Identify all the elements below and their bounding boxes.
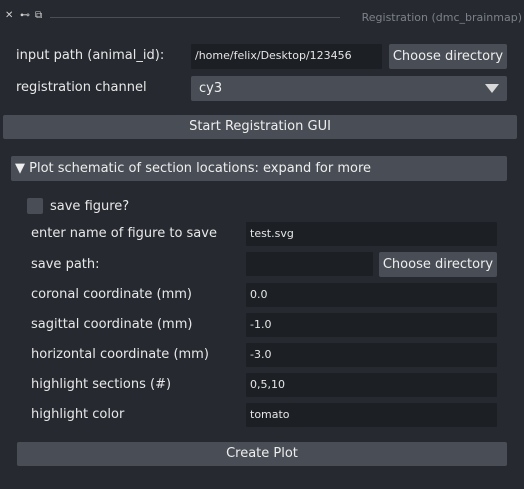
registration-channel-label: registration channel: [16, 80, 147, 95]
popout-icon[interactable]: ⧉: [35, 10, 42, 22]
save-path-label: save path:: [31, 257, 100, 272]
coronal-coordinate-input[interactable]: 0.0: [246, 283, 497, 307]
horizontal-coordinate-input[interactable]: -3.0: [246, 343, 497, 367]
close-icon[interactable]: ✕: [5, 10, 13, 22]
save-path-choose-directory-button[interactable]: Choose directory: [379, 252, 497, 277]
chevron-down-icon: [485, 84, 499, 93]
input-path-label: input path (animal_id):: [16, 48, 165, 63]
highlight-sections-input[interactable]: 0,5,10: [246, 373, 497, 397]
pin-icon[interactable]: ⊷: [20, 10, 30, 22]
choose-directory-button[interactable]: Choose directory: [389, 44, 507, 69]
highlight-color-input[interactable]: tomato: [246, 403, 497, 427]
figure-name-input[interactable]: test.svg: [246, 222, 497, 246]
input-path-field[interactable]: /home/felix/Desktop/123456: [191, 44, 382, 69]
highlight-color-label: highlight color: [31, 407, 125, 422]
title-divider: [50, 17, 340, 18]
window-title: Registration (dmc_brainmap): [361, 11, 522, 24]
sagittal-coordinate-input[interactable]: -1.0: [246, 313, 497, 337]
title-bar: ✕ ⊷ ⧉ Registration (dmc_brainmap): [0, 0, 524, 34]
sagittal-coordinate-label: sagittal coordinate (mm): [31, 317, 193, 332]
registration-channel-select[interactable]: cy3: [191, 76, 507, 101]
plot-schematic-header[interactable]: ▼ Plot schematic of section locations: e…: [11, 156, 507, 181]
registration-channel-value: cy3: [199, 81, 223, 96]
coronal-coordinate-label: coronal coordinate (mm): [31, 287, 193, 302]
save-figure-label: save figure?: [50, 199, 130, 214]
horizontal-coordinate-label: horizontal coordinate (mm): [31, 347, 209, 362]
start-registration-button[interactable]: Start Registration GUI: [3, 115, 517, 139]
save-path-input[interactable]: [246, 252, 373, 276]
figure-name-label: enter name of figure to save: [31, 226, 217, 241]
save-figure-checkbox[interactable]: [27, 198, 43, 214]
create-plot-button[interactable]: Create Plot: [17, 442, 507, 466]
highlight-sections-label: highlight sections (#): [31, 377, 172, 392]
